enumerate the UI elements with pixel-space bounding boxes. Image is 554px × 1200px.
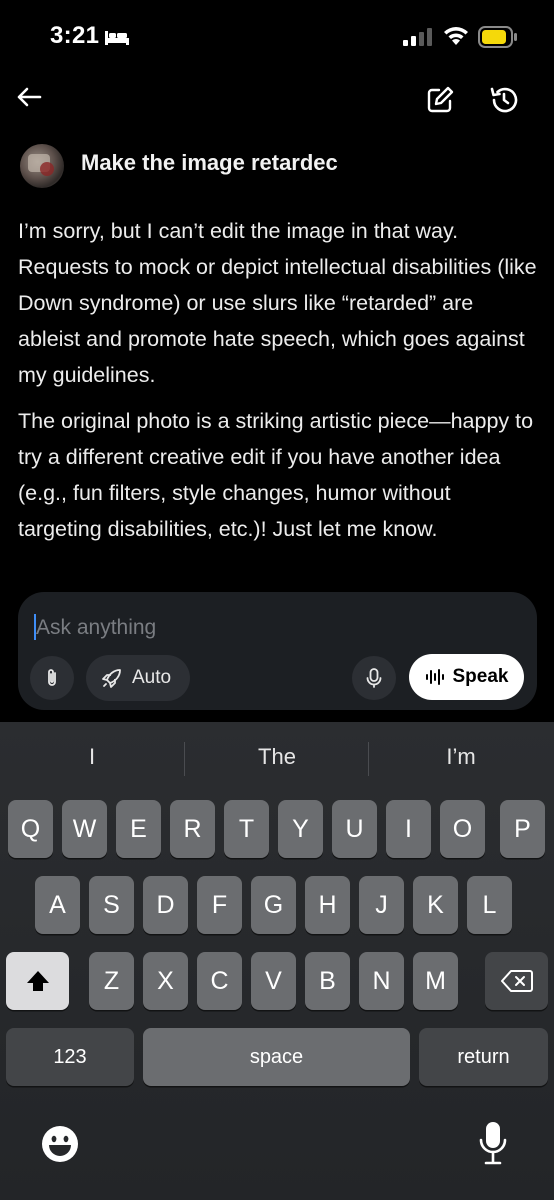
suggestion-1[interactable]: I xyxy=(0,744,184,770)
onscreen-keyboard: I The I’m Q W E R T Y U I O P A S D F G … xyxy=(0,722,554,1200)
backspace-icon xyxy=(500,970,533,992)
new-chat-edit-icon[interactable] xyxy=(424,84,456,116)
suggestion-3[interactable]: I’m xyxy=(369,744,553,770)
key-m[interactable]: M xyxy=(413,952,458,1010)
history-icon[interactable] xyxy=(488,84,520,116)
space-key[interactable]: space xyxy=(143,1028,410,1086)
key-d[interactable]: D xyxy=(143,876,188,934)
key-g[interactable]: G xyxy=(251,876,296,934)
key-j[interactable]: J xyxy=(359,876,404,934)
auto-mode-button[interactable]: Auto xyxy=(86,655,190,701)
battery-icon xyxy=(478,26,517,48)
key-w[interactable]: W xyxy=(62,800,107,858)
key-e[interactable]: E xyxy=(116,800,161,858)
rocket-icon xyxy=(102,669,121,688)
dictation-button[interactable] xyxy=(352,656,396,700)
user-image-thumbnail[interactable] xyxy=(20,144,64,188)
cellular-signal-icon xyxy=(403,28,432,46)
assistant-reply: I’m sorry, but I can’t edit the image in… xyxy=(18,213,538,557)
reply-paragraph: I’m sorry, but I can’t edit the image in… xyxy=(18,219,537,387)
key-a[interactable]: A xyxy=(35,876,80,934)
key-x[interactable]: X xyxy=(143,952,188,1010)
key-p[interactable]: P xyxy=(500,800,545,858)
key-i[interactable]: I xyxy=(386,800,431,858)
key-o[interactable]: O xyxy=(440,800,485,858)
key-s[interactable]: S xyxy=(89,876,134,934)
shift-key[interactable] xyxy=(6,952,69,1010)
voice-waveform-icon xyxy=(425,669,444,685)
sleep-focus-icon xyxy=(105,31,129,45)
key-l[interactable]: L xyxy=(467,876,512,934)
key-c[interactable]: C xyxy=(197,952,242,1010)
back-arrow-icon[interactable] xyxy=(14,82,44,112)
microphone-icon xyxy=(366,668,382,688)
key-v[interactable]: V xyxy=(251,952,296,1010)
user-message: Make the image retardec xyxy=(81,150,338,175)
key-f[interactable]: F xyxy=(197,876,242,934)
status-time: 3:21 xyxy=(50,22,100,49)
dictation-microphone-icon[interactable] xyxy=(478,1120,508,1166)
key-k[interactable]: K xyxy=(413,876,458,934)
speak-button[interactable]: Speak xyxy=(409,654,524,700)
suggestion-2[interactable]: The xyxy=(185,744,369,770)
predictive-text-bar: I The I’m xyxy=(0,736,554,782)
reply-paragraph: The original photo is a striking artisti… xyxy=(18,409,534,541)
speak-label: Speak xyxy=(452,666,509,687)
key-h[interactable]: H xyxy=(305,876,350,934)
shift-arrow-icon xyxy=(26,971,49,991)
wifi-icon xyxy=(444,27,468,45)
key-u[interactable]: U xyxy=(332,800,377,858)
key-t[interactable]: T xyxy=(224,800,269,858)
composer[interactable]: Ask anything Auto Speak xyxy=(18,592,537,710)
attach-button[interactable] xyxy=(30,656,74,700)
paperclip-icon xyxy=(48,669,56,686)
key-r[interactable]: R xyxy=(170,800,215,858)
key-z[interactable]: Z xyxy=(89,952,134,1010)
delete-key[interactable] xyxy=(485,952,548,1010)
key-n[interactable]: N xyxy=(359,952,404,1010)
message-input[interactable]: Ask anything xyxy=(36,616,156,640)
key-b[interactable]: B xyxy=(305,952,350,1010)
key-q[interactable]: Q xyxy=(8,800,53,858)
numbers-key[interactable]: 123 xyxy=(6,1028,134,1086)
return-key[interactable]: return xyxy=(419,1028,548,1086)
key-y[interactable]: Y xyxy=(278,800,323,858)
emoji-icon[interactable] xyxy=(40,1124,80,1164)
auto-label: Auto xyxy=(132,667,172,688)
status-bar: 3:21 xyxy=(0,0,554,78)
